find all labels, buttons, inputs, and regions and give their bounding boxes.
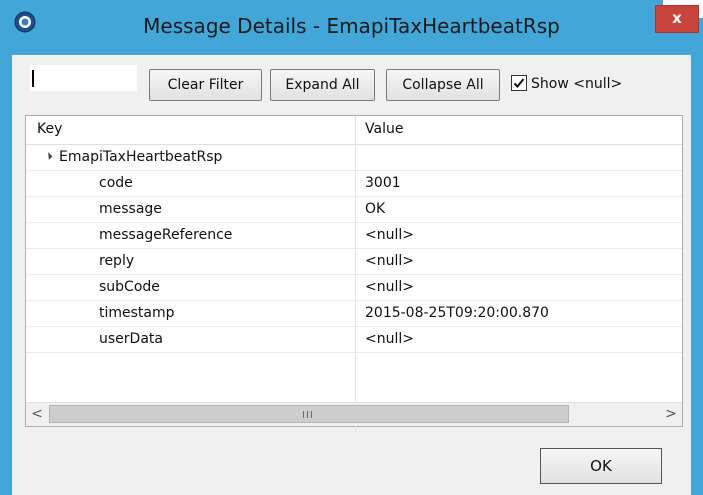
row-key: timestamp [99, 305, 175, 321]
row-value: <null> [365, 331, 414, 347]
column-header-key[interactable]: Key [37, 121, 62, 137]
table-rows: EmapiTaxHeartbeatRsp code 3001 message O… [26, 145, 682, 353]
row-value: <null> [365, 227, 414, 243]
row-value: <null> [365, 279, 414, 295]
filter-input[interactable] [30, 65, 137, 91]
row-value: 2015-08-25T09:20:00.870 [365, 305, 549, 321]
expand-triangle-icon[interactable] [44, 152, 53, 160]
clear-filter-button[interactable]: Clear Filter [149, 69, 262, 101]
message-tree-table[interactable]: Key Value EmapiTaxHeartbeatRsp code 3001… [25, 115, 683, 432]
row-key: EmapiTaxHeartbeatRsp [59, 149, 223, 165]
horizontal-scrollbar[interactable]: < III > [26, 402, 682, 426]
expand-all-button[interactable]: Expand All [270, 69, 375, 101]
row-key: reply [99, 253, 135, 269]
table-row[interactable]: code 3001 [26, 171, 682, 197]
scroll-left-icon[interactable]: < [26, 403, 48, 426]
row-value: 3001 [365, 175, 401, 191]
scroll-right-icon[interactable]: > [660, 403, 682, 426]
table-header: Key Value [26, 116, 682, 145]
ok-button[interactable]: OK [540, 448, 662, 484]
message-details-window: Message Details - EmapiTaxHeartbeatRsp x… [0, 0, 703, 495]
table-row-root[interactable]: EmapiTaxHeartbeatRsp [26, 145, 682, 171]
table-row[interactable]: timestamp 2015-08-25T09:20:00.870 [26, 301, 682, 327]
table-row[interactable]: message OK [26, 197, 682, 223]
row-key: messageReference [99, 227, 233, 243]
scrollbar-grip-icon: III [302, 410, 314, 421]
dialog-body: Clear Filter Expand All Collapse All Sho… [12, 55, 691, 495]
close-button[interactable]: x [655, 5, 699, 33]
row-key: userData [99, 331, 163, 347]
checkmark-icon [513, 78, 525, 88]
row-value: OK [365, 201, 386, 217]
column-header-value[interactable]: Value [365, 121, 403, 137]
table-row[interactable]: userData <null> [26, 327, 682, 353]
app-icon [14, 11, 36, 33]
show-null-checkbox[interactable] [511, 75, 527, 91]
text-caret [32, 70, 34, 87]
title-bar[interactable]: Message Details - EmapiTaxHeartbeatRsp x [0, 0, 703, 50]
row-key: message [99, 201, 162, 217]
collapse-all-button[interactable]: Collapse All [386, 69, 500, 101]
row-key: subCode [99, 279, 160, 295]
window-title: Message Details - EmapiTaxHeartbeatRsp [143, 14, 560, 38]
row-value: <null> [365, 253, 414, 269]
show-null-label: Show <null> [531, 76, 623, 92]
scrollbar-thumb[interactable]: III [49, 405, 569, 423]
table-row[interactable]: subCode <null> [26, 275, 682, 301]
row-key: code [99, 175, 133, 191]
table-row[interactable]: reply <null> [26, 249, 682, 275]
table-row[interactable]: messageReference <null> [26, 223, 682, 249]
